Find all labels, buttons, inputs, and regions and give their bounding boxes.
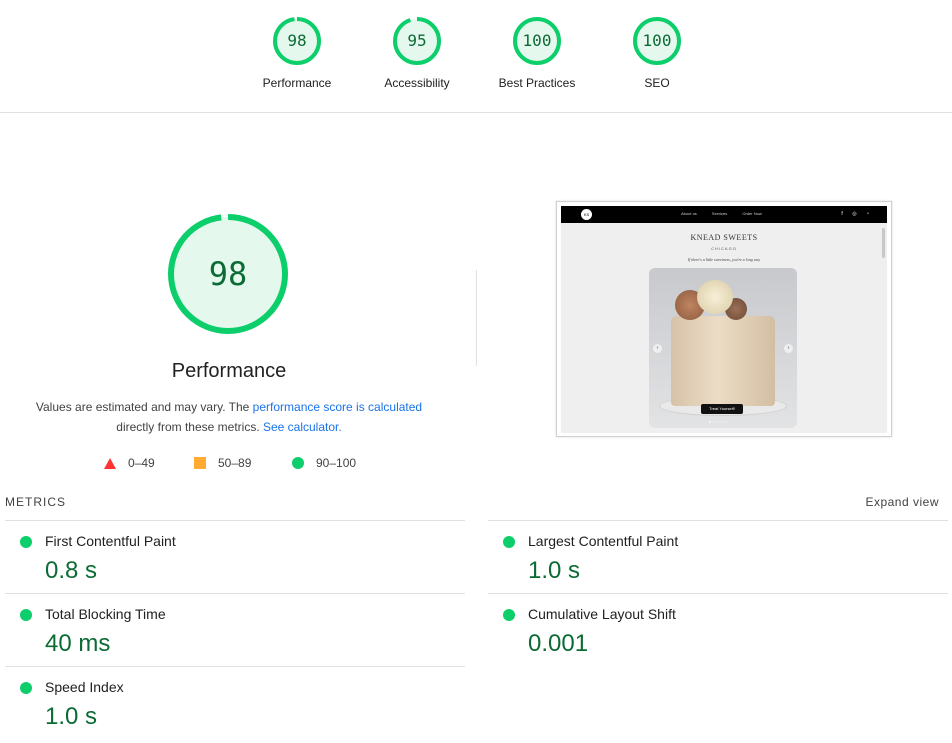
chevron-right-icon: › — [784, 344, 793, 353]
gauge-label: Accessibility — [384, 76, 450, 90]
whatsapp-icon: ◔ — [865, 211, 869, 217]
site-nav-link: About us — [681, 211, 697, 216]
facebook-icon: f — [841, 211, 843, 217]
gauge-label: Best Practices — [498, 76, 576, 90]
metric-value: 0.8 s — [45, 557, 98, 584]
carousel-dots: ●○○○○○ — [709, 419, 730, 424]
site-title: KNEAD SWEETS — [690, 233, 758, 242]
screenshot-content: KS About us Services Order Now f ◎ ◔ KNE… — [561, 206, 887, 433]
gauge-score: 100 — [523, 31, 552, 50]
gauge-performance[interactable]: 98 Performance — [237, 16, 357, 90]
metric-total-blocking-time: Total Blocking Time 40 ms — [5, 593, 465, 666]
triangle-icon — [104, 457, 116, 469]
gauge-best-practices[interactable]: 100 Best Practices — [477, 16, 597, 90]
metric-label: Total Blocking Time — [45, 606, 166, 622]
pass-circle-icon — [20, 536, 32, 548]
gauge-seo[interactable]: 100 SEO — [597, 16, 717, 90]
final-screenshot[interactable]: KS About us Services Order Now f ◎ ◔ KNE… — [556, 201, 892, 437]
hero-button: Treat Yourself! — [701, 404, 743, 414]
performance-gauge: 98 — [168, 214, 288, 334]
gauge-ring: 100 — [633, 17, 681, 65]
square-icon — [194, 457, 206, 469]
expand-view-toggle[interactable]: Expand view — [865, 495, 939, 509]
site-nav-link: Order Now — [742, 211, 762, 216]
performance-description: Values are estimated and may vary. The p… — [18, 397, 440, 437]
metric-label: Speed Index — [45, 679, 124, 695]
site-nav-links: About us Services Order Now — [681, 211, 776, 216]
legend-label: 0–49 — [128, 456, 155, 470]
site-social-icons: f ◎ ◔ — [833, 211, 869, 217]
flower — [697, 280, 733, 314]
metric-cumulative-layout-shift: Cumulative Layout Shift 0.001 — [488, 593, 948, 666]
metric-label: Cumulative Layout Shift — [528, 606, 676, 622]
site-logo: KS — [581, 209, 592, 220]
performance-title: Performance — [171, 360, 287, 382]
score-calculated-link[interactable]: performance score is calculated — [253, 400, 422, 414]
score-summary: 98 Performance 95 Accessibility 100 Best… — [0, 0, 952, 113]
gauge-label: SEO — [644, 76, 670, 90]
performance-score: 98 — [209, 255, 248, 293]
divider — [476, 270, 477, 366]
metric-value: 40 ms — [45, 630, 111, 657]
gauge-score: 98 — [287, 31, 306, 50]
chevron-left-icon: ‹ — [653, 344, 662, 353]
gauge-ring: 98 — [273, 17, 321, 65]
legend-label: 90–100 — [316, 456, 357, 470]
circle-icon — [292, 457, 304, 469]
pass-circle-icon — [20, 682, 32, 694]
instagram-icon: ◎ — [852, 211, 857, 217]
site-navbar: KS About us Services Order Now f ◎ ◔ — [561, 206, 887, 223]
description-text: Values are estimated and may vary. The — [35, 400, 253, 414]
metric-label: Largest Contentful Paint — [528, 533, 679, 549]
hero-image: ‹ › Treat Yourself! ●○○○○○ — [649, 268, 797, 428]
legend-fail: 0–49 — [104, 456, 155, 470]
legend-pass: 90–100 — [292, 456, 356, 470]
description-text: directly from these metrics. — [116, 420, 263, 434]
metric-first-contentful-paint: First Contentful Paint 0.8 s — [5, 520, 465, 593]
site-nav-link: Services — [711, 211, 728, 216]
gauge-accessibility[interactable]: 95 Accessibility — [357, 16, 477, 90]
metric-largest-contentful-paint: Largest Contentful Paint 1.0 s — [488, 520, 948, 593]
site-tagline: If there's a little sweetness, you're a … — [687, 257, 761, 262]
site-subtitle: CHICAGO — [711, 246, 737, 251]
gauge-score: 95 — [407, 31, 426, 50]
metric-value: 1.0 s — [45, 703, 98, 730]
metric-value: 0.001 — [528, 630, 589, 657]
metric-speed-index: Speed Index 1.0 s — [5, 666, 465, 739]
metric-label: First Contentful Paint — [45, 533, 176, 549]
gauge-score: 100 — [643, 31, 672, 50]
legend-average: 50–89 — [194, 456, 251, 470]
gauge-ring: 95 — [393, 17, 441, 65]
gauge-ring: 100 — [513, 17, 561, 65]
metrics-heading: METRICS — [5, 495, 66, 509]
metric-value: 1.0 s — [528, 557, 581, 584]
see-calculator-link[interactable]: See calculator. — [263, 420, 342, 434]
pass-circle-icon — [20, 609, 32, 621]
legend-label: 50–89 — [218, 456, 252, 470]
cake — [671, 316, 775, 406]
pass-circle-icon — [503, 536, 515, 548]
pass-circle-icon — [503, 609, 515, 621]
gauge-label: Performance — [262, 76, 332, 90]
